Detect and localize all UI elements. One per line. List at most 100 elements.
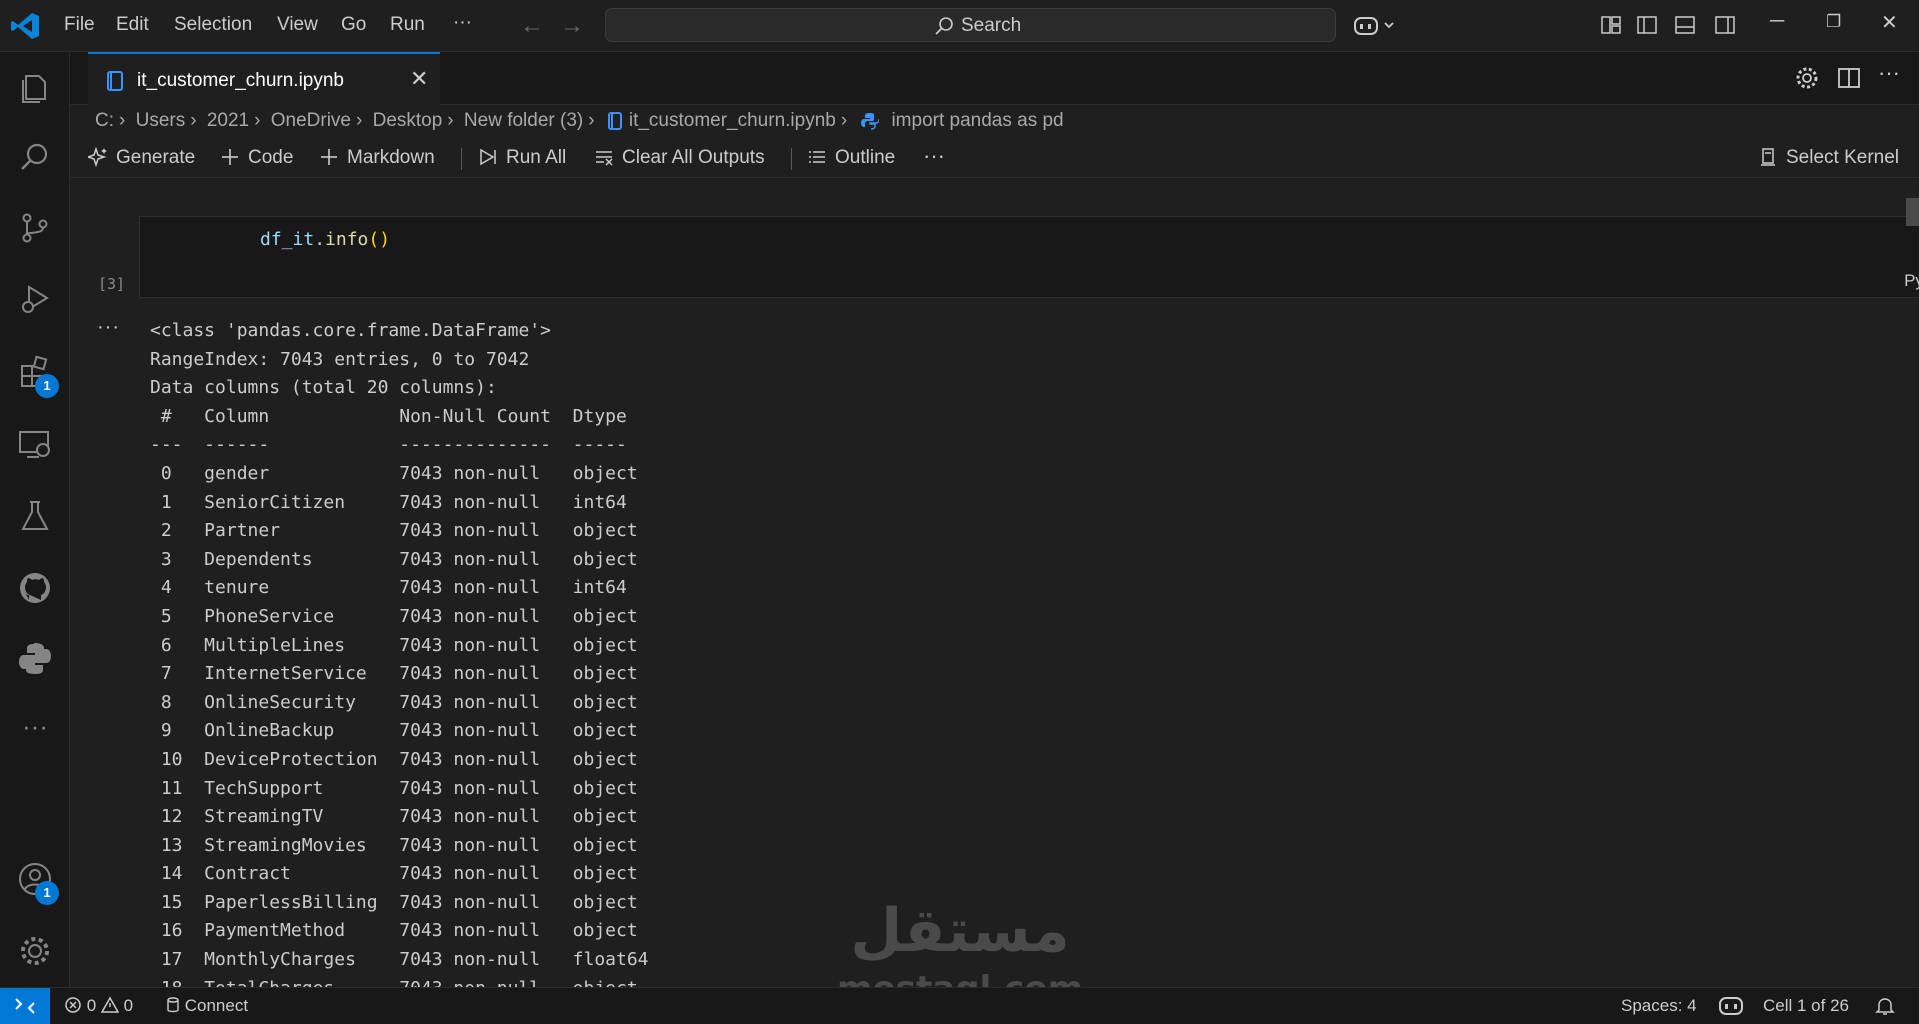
output-line: RangeIndex: 7043 entries, 0 to 7042 [150,348,530,370]
menu-file[interactable]: File [64,14,95,36]
indentation-status[interactable]: Spaces: 4 [1621,996,1697,1016]
output-line: 6 MultipleLines 7043 non-null object [150,634,649,656]
notifications-bell-icon[interactable] [1875,996,1895,1016]
connect-label: Connect [184,996,249,1015]
notebook-settings-gear-icon[interactable] [1794,65,1820,91]
generate-label: Generate [116,147,196,168]
menu-go[interactable]: Go [341,14,366,36]
breadcrumb-item[interactable]: it_customer_churn.ipynb [629,110,836,132]
tab-close-icon[interactable]: ✕ [410,66,428,92]
output-line: 2 Partner 7043 non-null object [150,520,649,542]
split-editor-icon[interactable] [1836,65,1862,91]
notebook-editor: df_it.info() Python [3] ··· <class 'pand… [70,180,1919,987]
vertical-scrollbar-thumb[interactable] [1906,198,1919,226]
select-kernel-label: Select Kernel [1786,147,1900,168]
chevron-right-icon: › [254,110,261,131]
chevron-right-icon: › [840,110,848,131]
toggle-panel-icon[interactable] [1674,14,1696,36]
back-arrow-icon[interactable]: ← [520,12,544,40]
breadcrumb-item[interactable]: Users [136,110,186,132]
close-window-icon[interactable]: ✕ [1881,10,1898,35]
explorer-icon[interactable] [17,68,53,104]
notebook-toolbar: Generate Code Markdown Run All Clear All… [70,140,1919,178]
customize-layout-icon[interactable] [1600,14,1622,36]
toggle-secondary-sidebar-icon[interactable] [1714,14,1736,36]
cell-code[interactable]: df_it.info() [260,229,390,250]
output-line: 13 StreamingMovies 7043 non-null object [150,834,649,856]
run-all-icon [480,148,496,166]
menu-view[interactable]: View [277,14,318,36]
warning-icon [100,996,120,1013]
code-label: Code [248,147,294,168]
problems-status[interactable]: 0 0 [64,996,133,1016]
clear-all-outputs-button[interactable]: Clear All Outputs [594,147,765,169]
generate-button[interactable]: Generate [85,146,196,169]
breadcrumb-item[interactable]: import pandas as pd [891,110,1063,132]
error-icon [65,997,81,1013]
output-line: 14 Contract 7043 non-null object [150,863,649,885]
code-function: info [325,229,369,250]
python-cell-icon [861,113,881,130]
testing-icon[interactable] [17,498,53,534]
forward-arrow-icon[interactable]: → [560,12,584,40]
search-sidebar-icon[interactable] [17,139,53,175]
plus-icon [222,149,238,165]
output-line: Data columns (total 20 columns): [150,377,497,399]
breadcrumb-item[interactable]: 2021 [207,110,249,132]
source-control-icon[interactable] [17,210,53,246]
run-all-button[interactable]: Run All [478,147,566,169]
minimize-icon[interactable]: ─ [1770,10,1784,33]
run-debug-icon[interactable] [17,281,53,317]
output-more-actions-button[interactable]: ··· [97,316,120,339]
outline-list-icon [809,151,825,163]
select-kernel-button[interactable]: Select Kernel [1758,147,1899,169]
add-markdown-cell-button[interactable]: Markdown [319,147,435,169]
manage-gear-icon[interactable] [17,933,53,969]
execution-count: [3] [98,275,126,293]
menu-edit[interactable]: Edit [116,14,149,36]
restore-icon[interactable]: ❐ [1826,12,1841,32]
breadcrumb-item[interactable]: New folder (3) [464,110,583,132]
outline-button[interactable]: Outline [807,147,895,169]
output-line: 15 PaperlessBilling 7043 non-null object [150,891,649,913]
kernel-server-icon [1761,148,1775,166]
breadcrumb-item[interactable]: OneDrive [271,110,351,132]
menu-selection[interactable]: Selection [174,14,252,36]
cell-language-label[interactable]: Python [1904,271,1919,291]
menu-run[interactable]: Run [390,14,425,36]
output-line: 4 tenure 7043 non-null int64 [150,577,649,599]
python-icon[interactable] [17,641,53,677]
breadcrumb-item[interactable]: Desktop [373,110,443,132]
remote-indicator-button[interactable] [0,988,50,1024]
sparkle-icon [85,146,107,168]
extensions-icon[interactable]: 1 [17,354,59,398]
remote-explorer-icon[interactable] [17,426,53,462]
add-code-cell-button[interactable]: Code [220,147,293,169]
database-icon [167,997,179,1013]
cell-output: <class 'pandas.core.frame.DataFrame'> Ran… [150,317,649,987]
output-line: --- ------ -------------- ----- [150,434,649,456]
copilot-status-icon[interactable] [1718,995,1744,1017]
menu-more-button[interactable]: ··· [453,12,472,34]
tab-label: it_customer_churn.ipynb [137,70,344,91]
code-cell[interactable]: df_it.info() Python [139,216,1919,298]
toolbar-divider [791,148,792,170]
editor-more-actions-button[interactable]: ··· [1878,60,1904,86]
cell-position-status[interactable]: Cell 1 of 26 [1763,996,1849,1016]
toolbar-more-button[interactable]: ··· [923,143,945,169]
more-views-button[interactable]: ··· [17,713,53,752]
breadcrumb-item[interactable]: C: [95,110,114,132]
connect-status[interactable]: Connect [166,996,248,1016]
clear-outputs-icon [596,151,613,166]
output-line: 16 PaymentMethod 7043 non-null object [150,920,649,942]
title-bar: File Edit Selection View Go Run ··· ← → … [0,0,1919,52]
accounts-icon[interactable]: 1 [17,861,59,905]
search-icon [935,17,953,35]
toggle-primary-sidebar-icon[interactable] [1636,14,1658,36]
tab-it-customer-churn[interactable]: it_customer_churn.ipynb ✕ [88,52,440,105]
output-line: 0 gender 7043 non-null object [150,462,649,484]
copilot-icon[interactable] [1353,12,1399,40]
editor-tab-bar: it_customer_churn.ipynb ✕ ··· [70,52,1919,105]
github-icon[interactable] [17,570,53,606]
command-center-search[interactable]: Search [605,8,1336,42]
